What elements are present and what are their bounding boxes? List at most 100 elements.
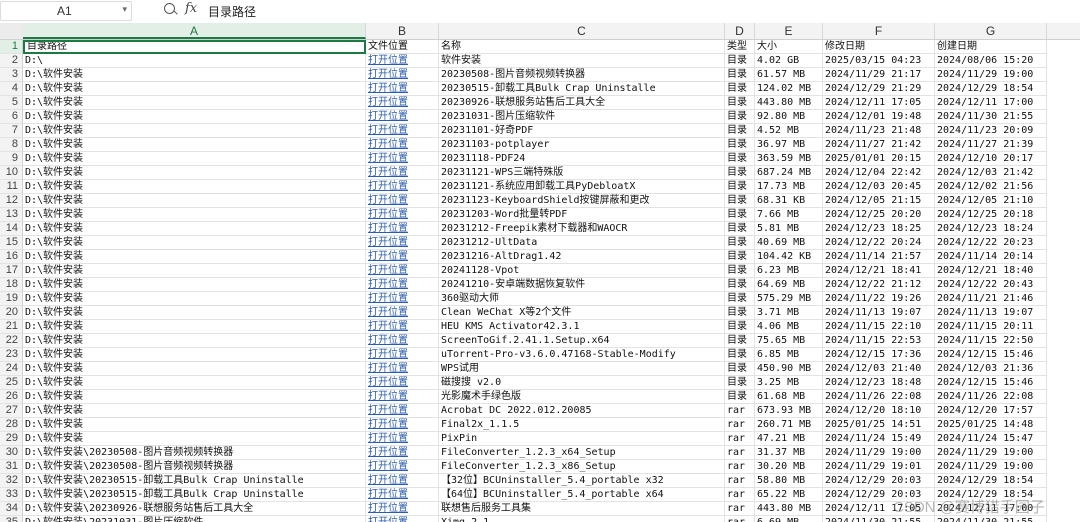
table-cell[interactable]: 2024/12/11 17:00 [935, 96, 1047, 110]
table-cell[interactable]: Clean WeChat X等2个文件 [439, 306, 725, 320]
table-cell[interactable]: 2024/11/24 15:47 [935, 432, 1047, 446]
table-cell[interactable]: 3.71 MB [755, 306, 823, 320]
open-location-link[interactable]: 打开位置 [366, 502, 439, 516]
table-cell[interactable]: D:\软件安装 [23, 432, 366, 446]
row-number[interactable]: 19 [0, 292, 23, 306]
table-cell[interactable]: 2024/11/29 19:01 [823, 460, 935, 474]
table-cell[interactable]: 2024/12/29 20:03 [823, 474, 935, 488]
table-cell[interactable]: D:\软件安装 [23, 250, 366, 264]
table-cell[interactable]: 2024/12/03 20:45 [823, 180, 935, 194]
table-cell[interactable]: D:\软件安装\20231031-图片压缩软件 [23, 516, 366, 522]
table-cell[interactable]: 2024/11/30 21:55 [935, 110, 1047, 124]
table-cell[interactable]: 2024/11/29 19:00 [935, 446, 1047, 460]
row-number[interactable]: 2 [0, 54, 23, 68]
table-cell[interactable]: 目录 [725, 166, 755, 180]
row-number[interactable]: 12 [0, 194, 23, 208]
table-cell[interactable]: 58.80 MB [755, 474, 823, 488]
table-cell[interactable]: 目录 [725, 208, 755, 222]
table-cell[interactable]: 360驱动大师 [439, 292, 725, 306]
table-cell[interactable]: 目录 [725, 236, 755, 250]
table-cell[interactable]: D:\软件安装\20230508-图片音频视频转换器 [23, 446, 366, 460]
table-cell[interactable]: 目录 [725, 152, 755, 166]
table-cell[interactable]: ScreenToGif.2.41.1.Setup.x64 [439, 334, 725, 348]
open-location-link[interactable]: 打开位置 [366, 110, 439, 124]
open-location-link[interactable]: 打开位置 [366, 152, 439, 166]
table-cell[interactable]: rar [725, 502, 755, 516]
table-cell[interactable]: 3.25 MB [755, 376, 823, 390]
table-cell[interactable]: 31.37 MB [755, 446, 823, 460]
table-cell[interactable]: D:\软件安装 [23, 404, 366, 418]
table-cell[interactable]: D:\软件安装\20230515-卸载工具Bulk Crap Uninstall… [23, 488, 366, 502]
table-cell[interactable]: Acrobat DC 2022.012.20085 [439, 404, 725, 418]
table-cell[interactable]: 2025/01/01 20:15 [823, 152, 935, 166]
row-number[interactable]: 23 [0, 348, 23, 362]
chevron-down-icon[interactable]: ▾ [122, 4, 127, 15]
header-cell[interactable]: 修改日期 [823, 40, 935, 54]
open-location-link[interactable]: 打开位置 [366, 264, 439, 278]
open-location-link[interactable]: 打开位置 [366, 334, 439, 348]
table-cell[interactable]: 104.42 KB [755, 250, 823, 264]
table-cell[interactable]: 6.85 MB [755, 348, 823, 362]
row-number[interactable]: 30 [0, 446, 23, 460]
open-location-link[interactable]: 打开位置 [366, 250, 439, 264]
table-cell[interactable]: D:\软件安装 [23, 180, 366, 194]
table-cell[interactable]: D:\软件安装 [23, 348, 366, 362]
row-number[interactable]: 7 [0, 124, 23, 138]
open-location-link[interactable]: 打开位置 [366, 376, 439, 390]
open-location-link[interactable]: 打开位置 [366, 292, 439, 306]
select-all-corner[interactable] [0, 23, 24, 39]
table-cell[interactable]: 20231121-WPS三端特殊版 [439, 166, 725, 180]
table-cell[interactable]: 20230926-联想服务站售后工具大全 [439, 96, 725, 110]
table-cell[interactable]: 目录 [725, 124, 755, 138]
table-cell[interactable]: 20231203-Word批量转PDF [439, 208, 725, 222]
table-cell[interactable]: D:\软件安装 [23, 278, 366, 292]
header-cell[interactable]: 大小 [755, 40, 823, 54]
table-cell[interactable]: 2024/12/04 22:42 [823, 166, 935, 180]
table-cell[interactable]: 2024/12/25 20:20 [823, 208, 935, 222]
name-box[interactable]: A1 ▾ [0, 1, 132, 21]
table-cell[interactable]: 2024/11/29 19:00 [935, 68, 1047, 82]
table-cell[interactable]: 450.90 MB [755, 362, 823, 376]
table-cell[interactable]: 2024/08/06 15:20 [935, 54, 1047, 68]
table-cell[interactable]: 6.69 MB [755, 516, 823, 522]
column-header-a[interactable]: A [23, 23, 366, 39]
table-cell[interactable]: 4.52 MB [755, 124, 823, 138]
table-cell[interactable]: 2024/11/15 20:11 [935, 320, 1047, 334]
open-location-link[interactable]: 打开位置 [366, 124, 439, 138]
table-cell[interactable]: 2024/12/22 20:23 [935, 236, 1047, 250]
table-cell[interactable]: WPS试用 [439, 362, 725, 376]
table-cell[interactable]: 目录 [725, 348, 755, 362]
open-location-link[interactable]: 打开位置 [366, 390, 439, 404]
open-location-link[interactable]: 打开位置 [366, 54, 439, 68]
header-cell[interactable]: 名称 [439, 40, 725, 54]
table-cell[interactable]: 443.80 MB [755, 96, 823, 110]
table-cell[interactable]: 363.59 MB [755, 152, 823, 166]
table-cell[interactable]: D:\软件安装 [23, 208, 366, 222]
table-cell[interactable]: Ximg 2.1 [439, 516, 725, 522]
header-cell[interactable]: 创建日期 [935, 40, 1047, 54]
table-cell[interactable]: 30.20 MB [755, 460, 823, 474]
table-cell[interactable]: 目录 [725, 390, 755, 404]
table-cell[interactable]: 2024/12/05 21:15 [823, 194, 935, 208]
table-cell[interactable]: 目录 [725, 264, 755, 278]
row-number[interactable]: 20 [0, 306, 23, 320]
fx-icon[interactable]: fx [185, 1, 197, 16]
table-cell[interactable]: FileConverter_1.2.3_x64_Setup [439, 446, 725, 460]
table-cell[interactable]: 20231103-potplayer [439, 138, 725, 152]
row-number[interactable]: 16 [0, 250, 23, 264]
table-cell[interactable]: rar [725, 404, 755, 418]
table-cell[interactable]: rar [725, 432, 755, 446]
table-cell[interactable]: 目录 [725, 250, 755, 264]
table-cell[interactable]: 2024/12/15 17:36 [823, 348, 935, 362]
table-cell[interactable]: D:\软件安装 [23, 82, 366, 96]
row-number[interactable]: 25 [0, 376, 23, 390]
table-cell[interactable]: 2024/11/15 22:53 [823, 334, 935, 348]
table-cell[interactable]: HEU KMS Activator42.3.1 [439, 320, 725, 334]
open-location-link[interactable]: 打开位置 [366, 68, 439, 82]
table-cell[interactable]: 目录 [725, 320, 755, 334]
table-cell[interactable]: 2024/12/23 18:24 [935, 222, 1047, 236]
table-cell[interactable]: 2024/12/29 21:29 [823, 82, 935, 96]
table-cell[interactable]: 目录 [725, 138, 755, 152]
open-location-link[interactable]: 打开位置 [366, 516, 439, 522]
table-cell[interactable]: 2024/11/21 21:46 [935, 292, 1047, 306]
